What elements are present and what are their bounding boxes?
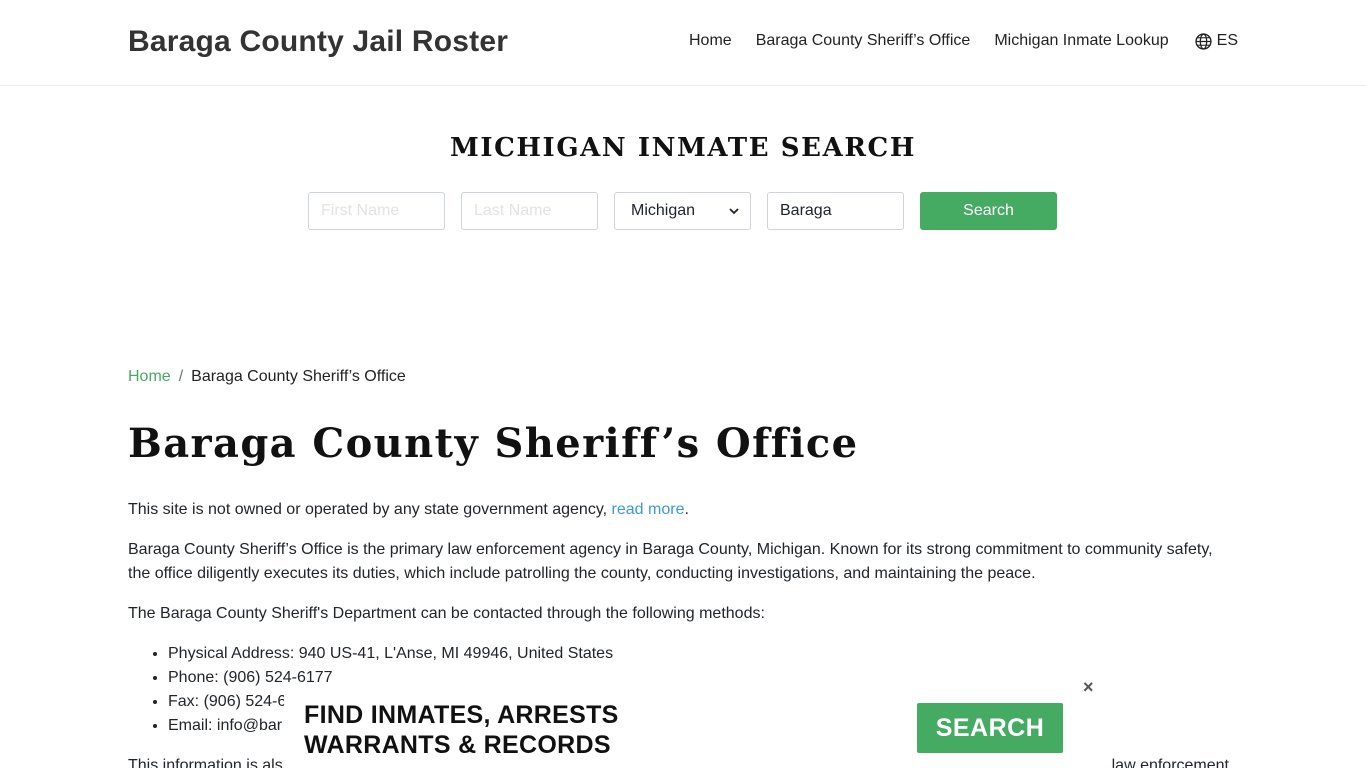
search-title: MICHIGAN INMATE SEARCH <box>449 133 917 163</box>
nav-home[interactable]: Home <box>689 32 732 50</box>
breadcrumb-current: Baraga County Sheriff’s Office <box>191 368 406 385</box>
disclaimer: This site is not owned or operated by an… <box>128 498 1238 522</box>
disclaimer-text: This site is not owned or operated by an… <box>128 501 608 518</box>
close-icon[interactable]: × <box>1083 677 1094 698</box>
info-paragraph-start: This information is als <box>128 757 283 768</box>
page-title: Baraga County Sheriff’s Office <box>128 420 859 467</box>
site-brand[interactable]: Baraga County Jail Roster <box>128 25 508 59</box>
state-select-value: Michigan <box>631 202 696 219</box>
ad-headline: FIND INMATES, ARRESTS WARRANTS & RECORDS <box>304 700 619 760</box>
ad-search-button[interactable]: SEARCH <box>917 703 1063 753</box>
list-item: Physical Address: 940 US-41, L'Anse, MI … <box>168 642 1238 666</box>
disclaimer-end: . <box>684 501 689 518</box>
globe-icon <box>1195 32 1212 50</box>
inmate-search-form: Michigan Search <box>308 192 1057 230</box>
breadcrumb-separator: / <box>178 368 184 385</box>
ad-headline-line2: WARRANTS & RECORDS <box>304 731 611 759</box>
main-nav: Home Baraga County Sheriff’s Office Mich… <box>665 32 1238 50</box>
chevron-down-icon <box>729 208 739 215</box>
search-button[interactable]: Search <box>920 192 1057 230</box>
nav-sheriffs-office[interactable]: Baraga County Sheriff’s Office <box>756 32 971 50</box>
breadcrumb: Home / Baraga County Sheriff’s Office <box>128 368 406 386</box>
language-switch[interactable]: ES <box>1195 32 1238 50</box>
site-header: Baraga County Jail Roster Home Baraga Co… <box>0 0 1366 86</box>
contact-intro: The Baraga County Sheriff's Department c… <box>128 605 765 622</box>
read-more-link[interactable]: read more <box>612 501 685 518</box>
first-name-input[interactable] <box>308 192 445 230</box>
last-name-input[interactable] <box>461 192 598 230</box>
ad-headline-line1: FIND INMATES, ARRESTS <box>304 701 619 729</box>
breadcrumb-home[interactable]: Home <box>128 368 171 386</box>
intro-paragraph: Baraga County Sheriff’s Office is the pr… <box>128 541 1213 582</box>
state-select[interactable]: Michigan <box>614 192 751 230</box>
language-label: ES <box>1216 32 1238 49</box>
nav-inmate-lookup[interactable]: Michigan Inmate Lookup <box>994 32 1168 50</box>
county-input[interactable] <box>767 192 904 230</box>
ad-banner: FIND INMATES, ARRESTS WARRANTS & RECORDS… <box>284 677 1112 768</box>
